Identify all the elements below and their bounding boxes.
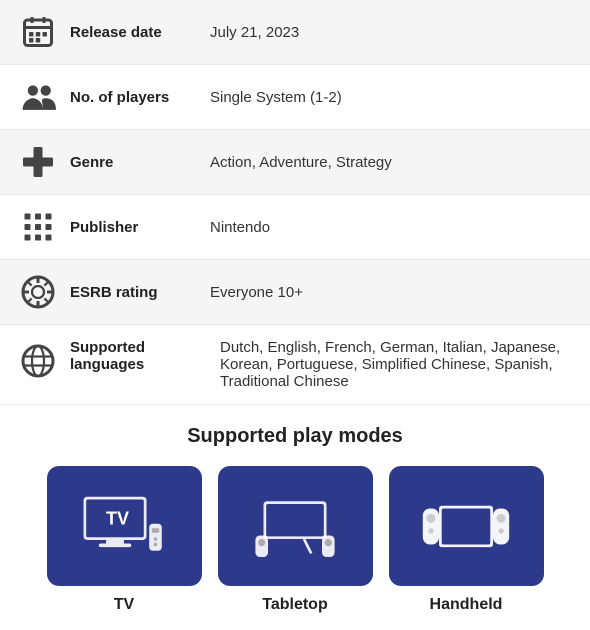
tabletop-mode-card: Tabletop [218,466,373,614]
languages-row: Supported languages Dutch, English, Fren… [0,325,590,405]
genre-row: Genre Action, Adventure, Strategy [0,130,590,195]
release-date-value: July 21, 2023 [210,24,574,41]
tabletop-icon-box [218,466,373,586]
svg-text:TV: TV [106,509,129,529]
tv-mode-label: TV [114,596,134,614]
publisher-label: Publisher [70,219,200,236]
players-value: Single System (1-2) [210,89,574,106]
play-modes-cards: TV TV [16,466,574,614]
tv-icon-box: TV [47,466,202,586]
handheld-icon-box [389,466,544,586]
players-icon [16,79,60,115]
esrb-icon [16,274,60,310]
languages-value: Dutch, English, French, German, Italian,… [220,339,574,390]
info-table: Release date July 21, 2023 No. of player… [0,0,590,405]
tabletop-mode-label: Tabletop [262,596,327,614]
handheld-mode-card: Handheld [389,466,544,614]
esrb-label: ESRB rating [70,284,200,301]
languages-label-line1: Supported [70,339,200,356]
calendar-icon [16,14,60,50]
play-modes-section: Supported play modes TV [0,405,590,630]
esrb-row: ESRB rating Everyone 10+ [0,260,590,325]
genre-icon [16,144,60,180]
genre-label: Genre [70,154,200,171]
publisher-icon [16,209,60,245]
languages-label-line2: languages [70,356,200,373]
publisher-row: Publisher Nintendo [0,195,590,260]
play-modes-title: Supported play modes [16,425,574,448]
handheld-mode-label: Handheld [430,596,503,614]
players-row: No. of players Single System (1-2) [0,65,590,130]
genre-value: Action, Adventure, Strategy [210,154,574,171]
players-label: No. of players [70,89,200,106]
esrb-value: Everyone 10+ [210,284,574,301]
release-date-label: Release date [70,24,200,41]
tv-mode-card: TV TV [47,466,202,614]
release-date-row: Release date July 21, 2023 [0,0,590,65]
publisher-value: Nintendo [210,219,574,236]
globe-icon [16,343,60,379]
